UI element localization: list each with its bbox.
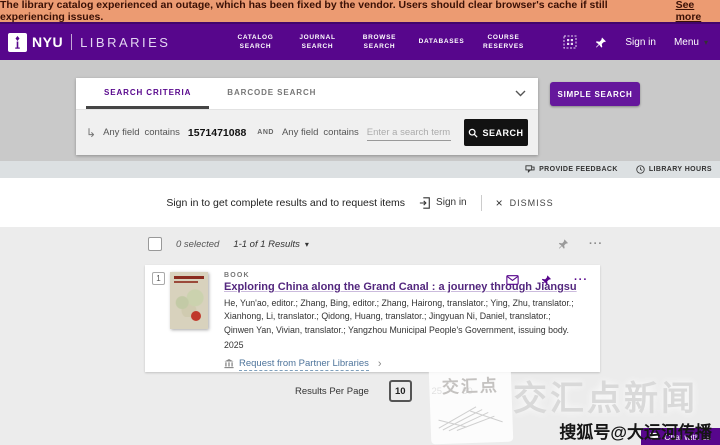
provide-feedback-button[interactable]: PROVIDE FEEDBACK (525, 165, 618, 174)
close-icon: × (496, 196, 504, 210)
search-button[interactable]: SEARCH (464, 119, 528, 146)
search-term-input[interactable] (367, 125, 451, 141)
nav-catalog-search[interactable]: CATALOG SEARCH (230, 33, 280, 51)
signin-message: Sign in to get complete results and to r… (166, 197, 405, 209)
results-header-actions: ··· (558, 238, 603, 250)
tab-search-criteria[interactable]: SEARCH CRITERIA (86, 78, 209, 109)
nyu-torch-icon (8, 33, 27, 52)
search-button-label: SEARCH (482, 128, 523, 138)
query-field-1[interactable]: Any field (103, 127, 139, 138)
chat-label: Chat with us (664, 432, 711, 442)
query-field-2[interactable]: Any field (282, 127, 318, 138)
record-authors: He, Yun'ao, editor.; Zhang, Bing, editor… (224, 297, 580, 337)
header-right: Sign in Menu ▾ (563, 35, 708, 49)
pin-favorites-icon[interactable] (595, 36, 607, 49)
nav-databases[interactable]: DATABASES (416, 37, 466, 46)
book-cover-thumbnail[interactable] (170, 272, 208, 329)
nav-journal-search[interactable]: JOURNAL SEARCH (292, 33, 342, 51)
request-partner-libraries-link[interactable]: Request from Partner Libraries › (224, 358, 580, 371)
cover-subtitle-art (174, 281, 198, 283)
dismiss-button[interactable]: × DISMISS (496, 196, 554, 210)
logo-divider (71, 34, 72, 50)
search-icon (468, 128, 478, 138)
results-count-label: 1-1 of 1 Results (233, 239, 300, 250)
search-query-row: ↳ Any field contains 1571471088 AND Any … (76, 110, 538, 155)
per-page-option-10[interactable]: 10 (389, 380, 412, 402)
library-hours-label: LIBRARY HOURS (649, 166, 712, 173)
menu-label: Menu (674, 37, 699, 48)
chat-icon (649, 432, 659, 441)
nyu-libraries-logo[interactable]: NYU LIBRARIES (8, 33, 170, 52)
feedback-icon (525, 165, 535, 174)
result-index: 1 (152, 272, 165, 285)
signin-bar: Sign in to get complete results and to r… (0, 178, 720, 227)
utility-strip: PROVIDE FEEDBACK LIBRARY HOURS (0, 161, 720, 178)
per-page-option-25[interactable]: 25 (432, 386, 443, 397)
nav-browse-search[interactable]: BROWSE SEARCH (354, 33, 404, 51)
query-boolean[interactable]: AND (257, 129, 274, 136)
menu-button[interactable]: Menu ▾ (674, 37, 708, 48)
header-signin-link[interactable]: Sign in (625, 37, 656, 48)
email-icon[interactable] (506, 275, 519, 285)
cover-title-art (174, 276, 204, 279)
pin-results-icon[interactable] (558, 238, 569, 250)
outage-banner: The library catalog experienced an outag… (0, 0, 720, 22)
signin-link-label: Sign in (436, 197, 467, 208)
record-more-button[interactable]: ··· (574, 274, 588, 286)
results-area: 0 selected 1-1 of 1 Results ▾ ··· 1 BOOK… (0, 227, 720, 445)
pin-record-icon[interactable] (541, 274, 552, 286)
clock-icon (636, 165, 645, 174)
library-hours-button[interactable]: LIBRARY HOURS (636, 165, 712, 174)
sign-in-icon (419, 197, 431, 209)
caret-down-icon: ▾ (704, 38, 708, 47)
results-more-button[interactable]: ··· (589, 238, 603, 250)
panel-collapse-chevron-icon[interactable] (515, 90, 526, 97)
request-link-label: Request from Partner Libraries (239, 358, 369, 371)
result-card[interactable]: 1 BOOK Exploring China along the Grand C… (145, 265, 600, 372)
divider (481, 195, 482, 211)
caret-down-icon: ▾ (305, 240, 309, 249)
page: The library catalog experienced an outag… (0, 0, 720, 445)
query-value-1[interactable]: 1571471088 (188, 127, 246, 139)
search-section: SEARCH CRITERIA BARCODE SEARCH ↳ Any fie… (0, 60, 720, 161)
cover-seal-art (191, 311, 201, 321)
signin-link[interactable]: Sign in (419, 197, 467, 209)
query-operator-1[interactable]: contains (145, 127, 180, 138)
per-page-option-50[interactable]: 50 (462, 386, 473, 397)
provide-feedback-label: PROVIDE FEEDBACK (539, 166, 618, 173)
main-nav: CATALOG SEARCH JOURNAL SEARCH BROWSE SEA… (230, 33, 528, 51)
record-actions: ··· (506, 274, 588, 286)
cover-map-art (172, 285, 206, 317)
chevron-right-icon: › (378, 358, 382, 370)
per-page-label: Results Per Page (295, 386, 369, 397)
chat-with-us-button[interactable]: Chat with us (641, 428, 720, 445)
crest-icon[interactable] (563, 35, 577, 49)
record-body: BOOK Exploring China along the Grand Can… (224, 272, 580, 371)
see-more-link[interactable]: See more (676, 0, 720, 23)
partner-library-icon (224, 359, 234, 369)
simple-search-button[interactable]: SIMPLE SEARCH (550, 82, 640, 106)
advanced-search-panel: SEARCH CRITERIA BARCODE SEARCH ↳ Any fie… (76, 78, 538, 155)
logo-nyu-text: NYU (32, 34, 63, 50)
header: NYU LIBRARIES CATALOG SEARCH JOURNAL SEA… (0, 22, 720, 60)
record-year: 2025 (224, 340, 580, 350)
logo-libraries-text: LIBRARIES (80, 35, 170, 50)
results-count-dropdown[interactable]: 1-1 of 1 Results ▾ (233, 239, 309, 250)
search-tabs: SEARCH CRITERIA BARCODE SEARCH (76, 78, 538, 110)
results-header: 0 selected 1-1 of 1 Results ▾ ··· (148, 237, 603, 251)
tab-barcode-search[interactable]: BARCODE SEARCH (209, 78, 334, 109)
subquery-arrow-icon: ↳ (86, 127, 96, 139)
select-all-checkbox[interactable] (148, 237, 162, 251)
banner-message: The library catalog experienced an outag… (0, 0, 671, 23)
dismiss-label: DISMISS (510, 198, 554, 208)
query-operator-2[interactable]: contains (323, 127, 358, 138)
per-page-row: Results Per Page 10 25 50 (295, 380, 473, 402)
nav-course-reserves[interactable]: COURSE RESERVES (478, 33, 528, 51)
selected-count: 0 selected (176, 239, 219, 250)
